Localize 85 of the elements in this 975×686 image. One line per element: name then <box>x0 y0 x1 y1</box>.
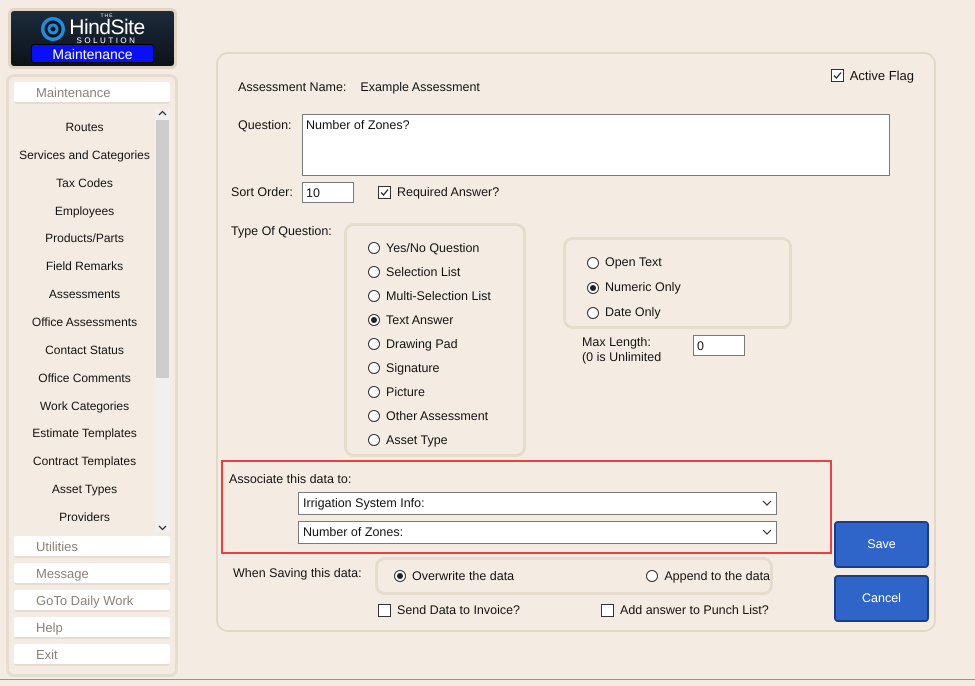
dropdown-value: Irrigation System Info: <box>303 494 425 512</box>
scroll-down-icon[interactable] <box>158 523 167 532</box>
field-label: (0 is Unlimited <box>582 350 662 365</box>
radio-button[interactable] <box>646 570 658 582</box>
scrollbar[interactable] <box>155 109 170 532</box>
field-label: When Saving this data: <box>233 565 363 582</box>
radio-button[interactable] <box>587 306 599 318</box>
field-label: Associate this data to: <box>229 471 352 488</box>
radio-label: Text Answer <box>386 312 454 329</box>
sidebar-item[interactable]: Employees <box>14 198 155 226</box>
save-button[interactable]: Save <box>834 521 929 568</box>
chevron-down-icon[interactable] <box>762 500 772 507</box>
field-label: Max Length: <box>582 335 652 350</box>
field-label: Question: <box>238 117 293 134</box>
checkbox[interactable] <box>601 604 614 617</box>
sidebar-item[interactable]: Services and Categories <box>14 142 155 170</box>
field-label: Type Of Question: <box>231 223 333 240</box>
sort-order-field[interactable]: 10 <box>302 182 354 203</box>
sidebar-item[interactable]: Contract Templates <box>14 448 155 476</box>
sidebar-item[interactable]: Office Comments <box>14 364 155 393</box>
sidebar-item[interactable]: Products/Parts <box>14 225 155 254</box>
radio-button[interactable] <box>587 282 599 294</box>
radio-button[interactable] <box>368 266 380 278</box>
checkbox-label: Send Data to Invoice? <box>397 602 520 619</box>
radio-button[interactable] <box>368 434 380 446</box>
sidebar-item[interactable]: Tax Codes <box>14 170 155 198</box>
logo-icon <box>40 16 66 42</box>
field-label: Assessment Name: <box>238 79 346 96</box>
sidebar-section-button[interactable]: Utilities <box>14 536 170 558</box>
radio-label: Append to the data <box>664 568 770 585</box>
radio-button[interactable] <box>368 290 380 302</box>
logo-text: HindSite <box>69 18 145 36</box>
dropdown[interactable]: Number of Zones: <box>298 520 777 544</box>
dropdown-value: Number of Zones: <box>303 524 404 541</box>
sidebar-item[interactable]: Field Remarks <box>14 253 155 282</box>
question-field[interactable]: Number of Zones? <box>302 114 890 176</box>
checkbox[interactable] <box>378 186 391 199</box>
sidebar-item[interactable]: Providers <box>14 504 155 532</box>
radio-button[interactable] <box>368 242 380 254</box>
sidebar-section-button[interactable]: Maintenance <box>14 82 170 104</box>
radio-label: Numeric Only <box>605 279 681 296</box>
radio-button[interactable] <box>368 386 380 398</box>
sidebar-item[interactable]: Contact Status <box>14 336 155 365</box>
field-label: Sort Order: <box>231 184 294 202</box>
checkbox-label: Required Answer? <box>397 184 500 202</box>
scrollbar-thumb[interactable] <box>156 120 169 378</box>
radio-label: Yes/No Question <box>386 240 480 257</box>
checkbox-label: Active Flag <box>850 67 914 85</box>
sidebar-item[interactable]: Office Assessments <box>14 309 155 337</box>
radio-button[interactable] <box>587 256 599 268</box>
sidebar-section-button[interactable]: Message <box>14 563 170 585</box>
sidebar-item[interactable]: Asset Types <box>14 476 155 504</box>
sidebar-section-button[interactable]: Exit <box>14 644 170 666</box>
max-length-field[interactable]: 0 <box>693 335 745 356</box>
sidebar-item[interactable]: Assessments <box>14 281 155 310</box>
radio-label: Drawing Pad <box>386 336 458 353</box>
radio-button[interactable] <box>368 338 380 350</box>
sidebar-section-button[interactable]: Help <box>14 617 170 639</box>
scroll-up-icon[interactable] <box>158 109 167 118</box>
radio-label: Date Only <box>605 304 661 322</box>
radio-label: Selection List <box>386 264 460 281</box>
radio-button[interactable] <box>368 314 380 326</box>
radio-label: Overwrite the data <box>412 568 514 585</box>
radio-label: Other Assessment <box>386 408 488 425</box>
radio-label: Signature <box>386 360 440 377</box>
radio-label: Multi-Selection List <box>386 288 491 305</box>
checkbox-label: Add answer to Punch List? <box>620 602 769 619</box>
dropdown[interactable]: Irrigation System Info: <box>298 492 777 515</box>
cancel-button[interactable]: Cancel <box>834 575 929 622</box>
assessment-name-value: Example Assessment <box>360 79 480 96</box>
checkbox[interactable] <box>378 604 391 617</box>
sidebar-item[interactable]: Work Categories <box>14 392 155 420</box>
sidebar-item[interactable]: Routes <box>14 114 155 142</box>
logo-text: SOLUTION <box>76 36 138 44</box>
sidebar-section-button[interactable]: GoTo Daily Work <box>14 590 170 612</box>
radio-button[interactable] <box>368 362 380 374</box>
chevron-down-icon[interactable] <box>762 528 772 536</box>
radio-button[interactable] <box>368 410 380 422</box>
radio-label: Open Text <box>605 254 662 272</box>
radio-label: Picture <box>386 384 425 401</box>
radio-button[interactable] <box>394 570 406 582</box>
radio-label: Asset Type <box>386 432 448 449</box>
module-label: Maintenance <box>31 44 154 63</box>
sidebar-item[interactable]: Estimate Templates <box>14 420 155 448</box>
checkbox[interactable] <box>830 69 844 82</box>
